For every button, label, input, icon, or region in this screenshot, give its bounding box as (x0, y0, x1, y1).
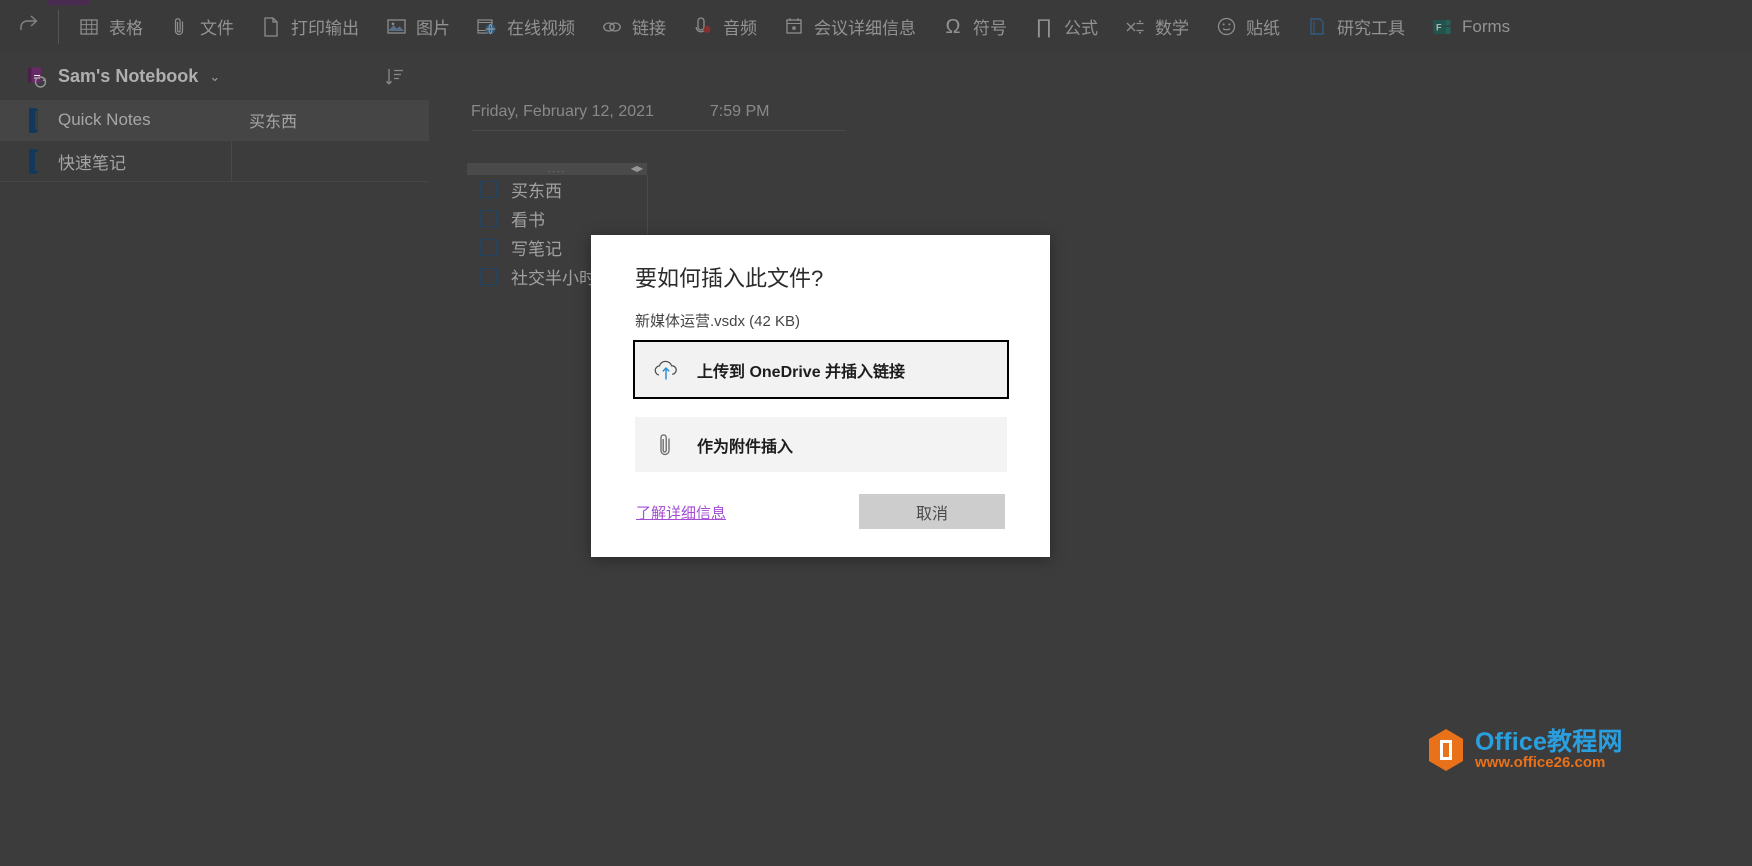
dialog-title: 要如何插入此文件? (635, 266, 824, 291)
upload-to-onedrive-button[interactable]: 上传到 OneDrive 并插入链接 (633, 340, 1009, 399)
insert-as-attachment-button[interactable]: 作为附件插入 (635, 417, 1007, 472)
paperclip-icon (635, 431, 697, 459)
option-label: 上传到 OneDrive 并插入链接 (697, 363, 906, 381)
option-label: 作为附件插入 (697, 438, 794, 456)
cloud-upload-icon (635, 357, 697, 383)
insert-file-dialog: 要如何插入此文件? 新媒体运营.vsdx (42 KB) 上传到 OneDriv… (591, 235, 1050, 557)
dialog-file-info: 新媒体运营.vsdx (42 KB) (635, 313, 801, 330)
cancel-button[interactable]: 取消 (859, 494, 1005, 529)
onenote-app-window: 表格 文件 打印输出 图片 在线视频 链接 音频 会议详细信息 Ω 符号 ∏ 公… (0, 0, 1752, 866)
learn-more-link[interactable]: 了解详细信息 (636, 502, 726, 523)
